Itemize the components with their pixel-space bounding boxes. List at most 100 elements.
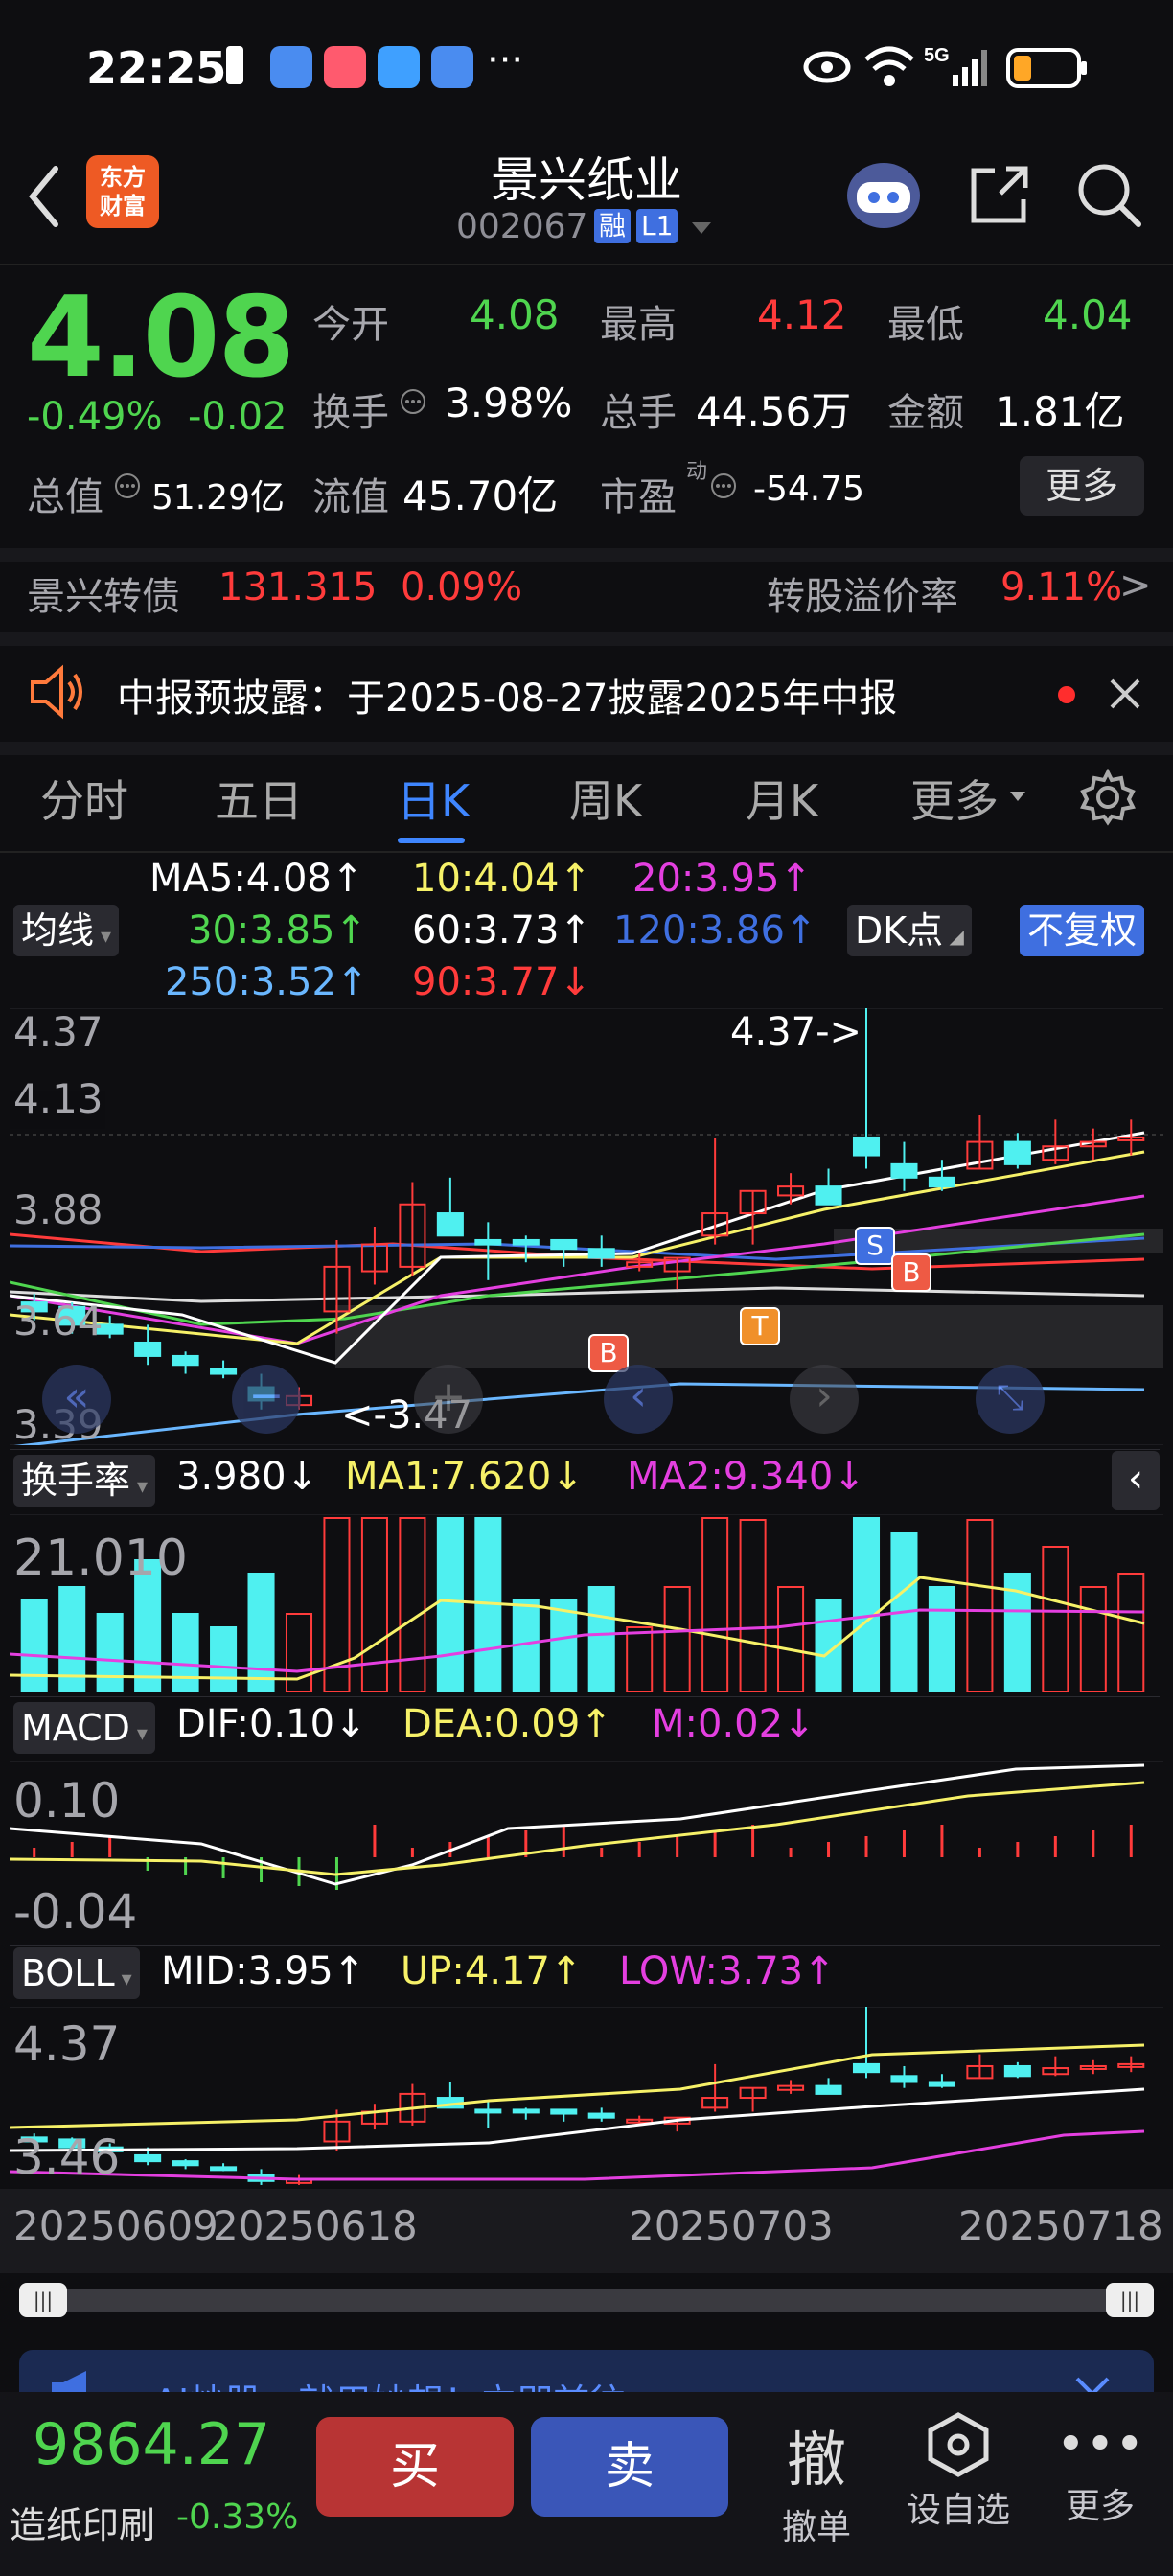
scroll-left-button[interactable]: ‹ xyxy=(604,1365,673,1434)
scroll-right-button[interactable]: › xyxy=(790,1365,859,1434)
macd-bar xyxy=(864,1836,868,1857)
turnover-selector[interactable]: 换手率 ▾ xyxy=(13,1455,156,1506)
premium-arrow[interactable]: > xyxy=(1119,564,1152,608)
more-actions-button[interactable]: ••• 更多 xyxy=(1043,2411,1158,2528)
turnover-selector-label: 换手率 xyxy=(21,1460,131,1502)
tab-daily-k[interactable]: 日K xyxy=(397,767,470,830)
info-icon[interactable] xyxy=(709,472,738,500)
collapse-panel-button[interactable]: ‹ xyxy=(1112,1451,1160,1510)
turnover-bar xyxy=(587,1586,615,1692)
candle-body xyxy=(587,2112,615,2119)
panel-divider xyxy=(10,1449,1160,1450)
macd-bar xyxy=(600,1848,604,1857)
boll-chart[interactable] xyxy=(10,2007,1163,2187)
candle-body xyxy=(134,1341,162,1357)
turnover-bar xyxy=(550,1599,578,1692)
cancel-order-button[interactable]: 撤 撤单 xyxy=(759,2411,874,2549)
notice-dot xyxy=(1058,686,1075,703)
buy-signal-marker[interactable]: B xyxy=(588,1334,629,1372)
panel-divider xyxy=(10,1696,1160,1697)
boll-selector[interactable]: BOLL ▾ xyxy=(13,1947,140,1999)
dropdown-icon[interactable] xyxy=(690,220,713,236)
more-quote-button[interactable]: 更多 xyxy=(1020,456,1144,516)
boll-y-label-bottom: 3.46 xyxy=(13,2129,121,2185)
turnover-bar xyxy=(702,1517,729,1692)
tab-monthly-k[interactable]: 月K xyxy=(746,767,818,830)
turnover-bar xyxy=(1079,1586,1107,1692)
clock: 22:25 xyxy=(86,42,227,94)
amount-label: 金额 xyxy=(887,391,964,435)
turnover-bar xyxy=(512,1599,540,1692)
chart-scroll-track[interactable] xyxy=(19,2288,1154,2312)
bond-name[interactable]: 景兴转债 xyxy=(27,565,180,621)
ma10-label: 10:4.04↑ xyxy=(412,857,591,901)
tab-weekly-k[interactable]: 周K xyxy=(569,767,642,830)
buy-signal-marker[interactable]: B xyxy=(891,1254,932,1292)
tab-intraday[interactable]: 分时 xyxy=(40,767,128,830)
change-amount: -0.02 xyxy=(188,395,288,439)
turnover-ma2: MA2:9.340↓ xyxy=(627,1455,865,1499)
ma60-label: 60:3.73↑ xyxy=(412,908,591,953)
signal-5g-icon: 5G xyxy=(924,45,987,86)
macd-bar xyxy=(33,1848,36,1857)
macd-bar xyxy=(1129,1825,1133,1857)
low-value: 4.04 xyxy=(1043,291,1133,338)
adjust-button[interactable]: 不复权 xyxy=(1020,905,1145,956)
candle-body xyxy=(1003,1140,1031,1165)
scroll-handle-right[interactable]: ||| xyxy=(1106,2283,1154,2317)
tab-more[interactable]: 更多 xyxy=(910,767,999,830)
macd-bar xyxy=(562,1825,565,1857)
sector-index-name[interactable]: 造纸印刷 xyxy=(10,2496,155,2548)
info-icon[interactable] xyxy=(113,472,142,500)
divider xyxy=(0,742,1173,755)
chat-app-icon xyxy=(378,46,420,88)
macd-chart[interactable] xyxy=(10,1761,1163,1940)
float-cap-value: 45.70亿 xyxy=(402,472,559,519)
macd-bar xyxy=(789,1848,793,1857)
tab-five-day[interactable]: 五日 xyxy=(215,767,303,830)
turnover-bar xyxy=(210,1626,238,1692)
t-signal-marker[interactable]: T xyxy=(740,1307,780,1346)
dif-line xyxy=(10,1763,1145,1886)
boll-lower-line xyxy=(10,2129,1145,2181)
sell-button[interactable]: 卖 xyxy=(531,2417,728,2517)
boll-mid: MID:3.95↑ xyxy=(161,1949,366,1993)
browser-app-icon xyxy=(431,46,473,88)
cancel-order-label: 撤单 xyxy=(781,2508,851,2547)
level-badge: L1 xyxy=(636,209,678,243)
turnover-indicator-value: 3.980↓ xyxy=(176,1455,319,1499)
turnover-bar xyxy=(399,1517,426,1692)
max-price-marker: 4.37-> xyxy=(730,1010,862,1054)
buy-button[interactable]: 买 xyxy=(316,2417,514,2517)
notice-bar[interactable]: 中报预披露：于2025-08-27披露2025年中报 xyxy=(0,646,1173,742)
boll-y-label-top: 4.37 xyxy=(13,2016,121,2072)
gear-icon[interactable] xyxy=(1079,769,1137,826)
zoom-out-button[interactable]: − xyxy=(232,1365,301,1434)
float-cap-label: 流值 xyxy=(312,475,389,519)
fullscreen-button[interactable]: ⤡ xyxy=(976,1365,1045,1434)
battery-icon xyxy=(1006,48,1087,88)
zoom-in-button[interactable]: + xyxy=(414,1365,483,1434)
candle-body xyxy=(134,2153,162,2163)
close-icon[interactable] xyxy=(1106,675,1144,713)
add-watchlist-button[interactable]: 设自选 xyxy=(901,2411,1016,2532)
sector-index-value[interactable]: 9864.27 xyxy=(33,2411,270,2478)
more-actions-label: 更多 xyxy=(1065,2487,1135,2526)
search-icon[interactable] xyxy=(1073,159,1144,230)
turnover-bar xyxy=(436,1517,464,1692)
robot-assistant-icon[interactable] xyxy=(843,155,924,232)
macd-selector[interactable]: MACD ▾ xyxy=(13,1702,155,1754)
candle-body xyxy=(210,2166,238,2172)
sell-signal-marker[interactable]: S xyxy=(855,1227,895,1265)
scroll-handle-left[interactable]: ||| xyxy=(19,2283,67,2317)
rewind-button[interactable]: « xyxy=(42,1365,111,1434)
eye-icon xyxy=(803,51,851,83)
dk-point-button[interactable]: DK点 ◢ xyxy=(847,905,972,956)
kline-y-label-3: 3.88 xyxy=(13,1186,104,1233)
turnover-label: 换手 xyxy=(312,391,389,435)
date-label: 20250618 xyxy=(213,2202,418,2249)
candle-body xyxy=(474,2108,502,2114)
info-icon[interactable] xyxy=(399,387,427,416)
share-icon[interactable] xyxy=(966,161,1033,228)
ma-selector[interactable]: 均线 ▾ xyxy=(13,905,120,956)
